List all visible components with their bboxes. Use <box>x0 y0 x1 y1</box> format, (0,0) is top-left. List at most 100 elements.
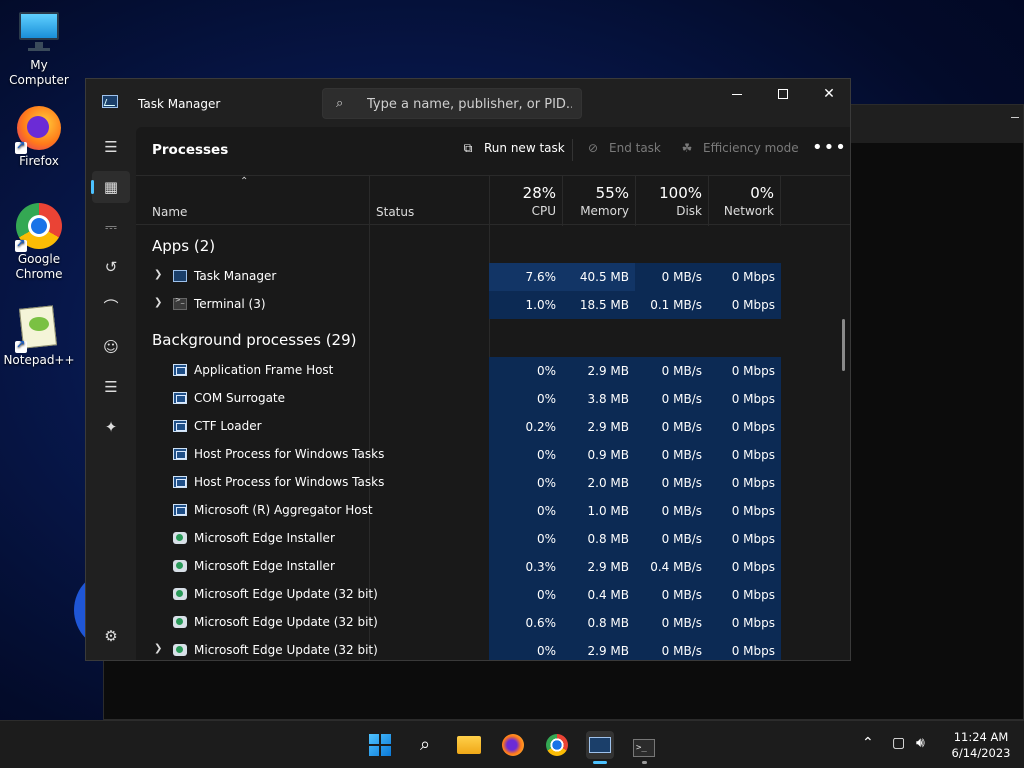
efficiency-mode-label: Efficiency mode <box>703 141 799 155</box>
table-row[interactable]: Microsoft (R) Aggregator Host 0% 1.0 MB 0 M… <box>136 497 850 525</box>
disk-cell: 0 MB/s <box>635 263 708 291</box>
title-bar[interactable]: Task Manager ⌕ ✕ <box>86 79 850 127</box>
nav-services[interactable]: ✦ <box>92 411 130 443</box>
column-header-status[interactable]: Status <box>376 205 414 219</box>
desktop-icon-chrome[interactable]: Google Chrome <box>0 202 79 282</box>
column-header-memory[interactable]: 55% Memory <box>562 176 635 226</box>
network-cell: 0 Mbps <box>708 469 781 497</box>
chevron-right-icon[interactable]: ❯ <box>154 297 162 308</box>
desktop-icon-my-computer[interactable]: My Computer <box>0 8 79 88</box>
chrome-taskbar-button[interactable] <box>543 731 571 759</box>
column-header-network[interactable]: 0% Network <box>708 176 781 226</box>
memory-cell: 0.9 MB <box>562 441 635 469</box>
group-header-apps: Apps (2) <box>152 237 216 255</box>
efficiency-mode-button[interactable]: ☘ Efficiency mode <box>679 141 799 155</box>
memory-cell: 2.0 MB <box>562 469 635 497</box>
desktop-icon-notepadpp[interactable]: Notepad++ <box>0 303 79 368</box>
notepadpp-icon <box>15 303 63 353</box>
nav-details[interactable]: ☰ <box>92 371 130 403</box>
table-row[interactable]: COM Surrogate 0% 3.8 MB 0 MB/s 0 Mbps <box>136 385 850 413</box>
column-header-cpu[interactable]: 28% CPU <box>489 176 562 226</box>
performance-icon: ⎓ <box>105 218 117 236</box>
nav-settings[interactable]: ⚙ <box>92 620 130 652</box>
memory-label: Memory <box>580 204 629 218</box>
nav-startup-apps[interactable]: ⌒ <box>92 291 130 323</box>
table-row[interactable]: ❯ Microsoft Edge Update (32 bit) 0% 2.9 MB 0… <box>136 637 850 660</box>
volume-button[interactable]: 🔊︎ <box>916 735 925 751</box>
table-row[interactable]: CTF Loader 0.2% 2.9 MB 0 MB/s 0 Mbps <box>136 413 850 441</box>
shortcut-arrow-icon <box>15 237 27 252</box>
chrome-icon <box>546 734 568 756</box>
desktop-icon-label: Notepad++ <box>3 353 75 367</box>
window-title: Task Manager <box>138 97 221 111</box>
chevron-right-icon[interactable]: ❯ <box>154 269 162 280</box>
cpu-cell: 0% <box>489 357 562 385</box>
hamburger-menu-button[interactable]: ☰ <box>92 131 130 163</box>
end-task-icon: ⊘ <box>587 141 599 155</box>
task-manager-taskbar-button[interactable] <box>586 731 614 759</box>
clock[interactable]: 11:24 AM 6/14/2023 <box>946 729 1016 761</box>
network-status-button[interactable]: ▢ <box>892 735 905 751</box>
chrome-icon <box>15 202 63 252</box>
active-app-indicator <box>593 761 607 764</box>
table-row[interactable]: ❯ Task Manager 7.6% 40.5 MB 0 MB/s 0 Mbp… <box>136 263 850 291</box>
table-row[interactable]: Host Process for Windows Tasks 0% 0.9 MB 0 … <box>136 441 850 469</box>
column-header-name[interactable]: Name <box>152 205 187 219</box>
task-manager-icon <box>173 270 187 282</box>
command-separator <box>572 139 573 161</box>
cpu-total: 28% <box>522 184 556 202</box>
memory-cell: 2.9 MB <box>562 637 635 660</box>
search-input[interactable] <box>367 94 572 114</box>
desktop-icon-firefox[interactable]: Firefox <box>0 104 79 169</box>
process-name: COM Surrogate <box>194 391 286 405</box>
chevron-up-icon: ⌃ <box>862 735 874 751</box>
table-row[interactable]: ❯ Terminal (3) 1.0% 18.5 MB 0.1 MB/s 0 M… <box>136 291 850 319</box>
task-manager-app-icon <box>102 95 118 108</box>
cpu-cell: 0% <box>489 581 562 609</box>
search-box[interactable]: ⌕ <box>322 88 582 119</box>
task-manager-window: Task Manager ⌕ ✕ ☰ ▦ ⎓ ↺ ⌒ ☺ ☰ ✦ ⚙ Proce… <box>85 78 851 661</box>
file-explorer-button[interactable] <box>455 731 483 759</box>
nav-performance[interactable]: ⎓ <box>92 211 130 243</box>
windows-logo-icon <box>369 734 391 756</box>
firefox-taskbar-button[interactable] <box>499 731 527 759</box>
search-button[interactable]: ⌕ <box>411 731 439 759</box>
cpu-cell: 0.2% <box>489 413 562 441</box>
nav-app-history[interactable]: ↺ <box>92 251 130 283</box>
terminal-taskbar-button[interactable]: >_ <box>630 731 658 759</box>
table-row[interactable]: Microsoft Edge Update (32 bit) 0% 0.4 MB 0 … <box>136 581 850 609</box>
process-name: Terminal (3) <box>194 297 266 311</box>
table-row[interactable]: Host Process for Windows Tasks 0% 2.0 MB 0 … <box>136 469 850 497</box>
chevron-right-icon[interactable]: ❯ <box>154 643 162 654</box>
table-row[interactable]: Microsoft Edge Update (32 bit) 0.6% 0.8 MB… <box>136 609 850 637</box>
table-row[interactable]: Microsoft Edge Installer 0.3% 2.9 MB 0.4 MB… <box>136 553 850 581</box>
run-new-task-button[interactable]: ⧉ Run new task <box>460 141 565 156</box>
network-cell: 0 Mbps <box>708 413 781 441</box>
more-options-button[interactable]: ••• <box>812 137 847 158</box>
vertical-scrollbar[interactable] <box>842 319 845 371</box>
end-task-button[interactable]: ⊘ End task <box>585 141 661 155</box>
close-button[interactable]: ✕ <box>806 79 850 109</box>
disk-cell: 0 MB/s <box>635 469 708 497</box>
maximize-button[interactable] <box>760 79 806 109</box>
table-row[interactable]: Microsoft Edge Installer 0% 0.8 MB 0 MB/s 0 … <box>136 525 850 553</box>
column-header-disk[interactable]: 100% Disk <box>635 176 708 226</box>
search-icon: ⌕ <box>419 734 431 755</box>
edge-installer-icon <box>173 588 187 600</box>
disk-cell: 0 MB/s <box>635 357 708 385</box>
disk-cell: 0 MB/s <box>635 609 708 637</box>
nav-users[interactable]: ☺ <box>92 331 130 363</box>
startup-gauge-icon: ⌒ <box>103 298 119 316</box>
process-name: Microsoft Edge Update (32 bit) <box>194 615 378 629</box>
network-label: Network <box>723 204 774 218</box>
minimize-button[interactable] <box>714 79 760 109</box>
show-hidden-icons-button[interactable]: ⌃ <box>862 735 874 751</box>
table-row[interactable]: Application Frame Host 0% 2.9 MB 0 MB/s 0 Mb… <box>136 357 850 385</box>
running-app-indicator <box>642 761 647 764</box>
minimize-icon[interactable] <box>1011 117 1019 118</box>
search-icon: ⌕ <box>336 96 344 111</box>
start-button[interactable] <box>366 731 394 759</box>
disk-cell: 0 MB/s <box>635 637 708 660</box>
nav-processes[interactable]: ▦ <box>91 171 130 203</box>
cpu-cell: 0% <box>489 441 562 469</box>
